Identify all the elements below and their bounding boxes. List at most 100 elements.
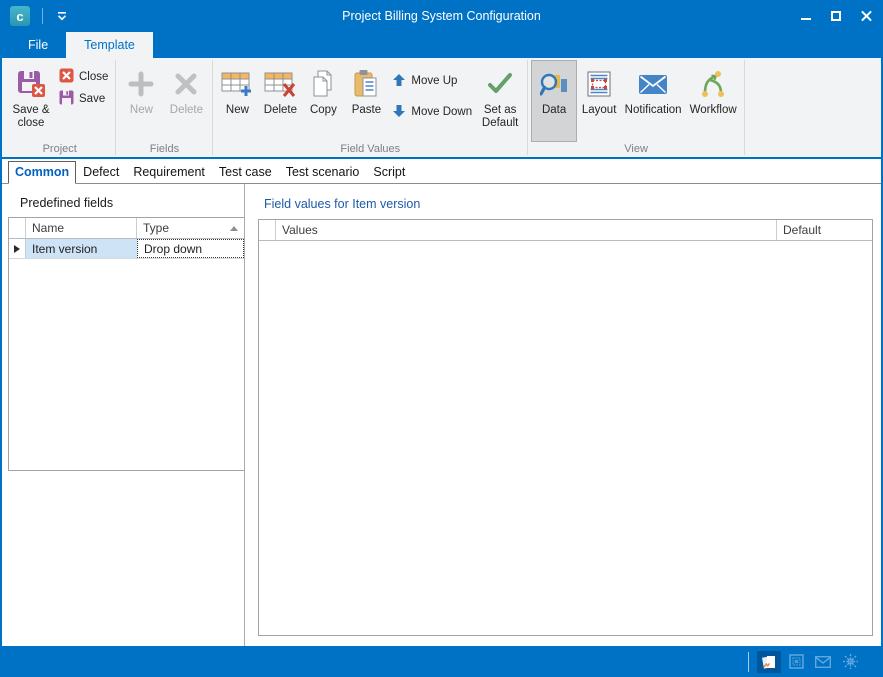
workflow-view-icon — [699, 67, 727, 101]
save-button[interactable]: Save — [55, 88, 112, 110]
maximize-button[interactable] — [821, 0, 851, 32]
statusbar-workflow-view-button[interactable] — [838, 651, 862, 673]
column-header-default[interactable]: Default — [777, 220, 872, 240]
status-bar — [2, 646, 881, 677]
group-label-project: Project — [4, 143, 115, 155]
notification-view-icon — [638, 67, 668, 101]
row-indicator-header — [259, 220, 276, 240]
title-bar: c Project Billing System Configuration — [2, 0, 881, 32]
window-title: Project Billing System Configuration — [2, 9, 881, 23]
row-indicator-cell — [9, 239, 26, 258]
field-values-panel: Field values for Item version Values Def… — [245, 184, 881, 646]
statusbar-layout-view-button[interactable] — [784, 651, 808, 673]
delete-value-icon — [264, 67, 296, 101]
field-values-grid[interactable]: Values Default — [258, 219, 873, 636]
copy-icon — [310, 67, 336, 101]
column-header-type[interactable]: Type — [137, 218, 244, 238]
minimize-icon — [801, 18, 811, 20]
move-down-icon — [392, 104, 406, 121]
paste-button[interactable]: Paste — [344, 60, 388, 142]
envelope-icon — [815, 656, 831, 668]
ribbon-group-field-values: New Delete — [213, 58, 527, 157]
workflow-icon — [842, 653, 859, 670]
ribbon-group-view: Data Layout — [528, 58, 744, 157]
ribbon-group-fields: New Delete Fields — [116, 58, 212, 157]
copy-button[interactable]: Copy — [302, 60, 344, 142]
project-small-buttons: Close Save — [55, 66, 112, 110]
layout-icon — [789, 654, 804, 669]
move-buttons: Move Up Move Down — [388, 70, 476, 123]
data-view-button[interactable]: Data — [531, 60, 577, 142]
close-project-button[interactable]: Close — [55, 66, 112, 88]
notification-view-button[interactable]: Notification — [621, 60, 685, 142]
tab-file[interactable]: File — [10, 32, 66, 58]
table-row[interactable]: Item version Drop down — [9, 239, 244, 259]
delete-field-button: Delete — [163, 60, 209, 142]
current-row-arrow-icon — [14, 245, 20, 253]
statusbar-data-view-button[interactable] — [757, 651, 781, 673]
grid-header: Values Default — [259, 220, 872, 241]
layout-view-icon — [586, 67, 612, 101]
main-content: Common Defect Requirement Test case Test… — [2, 159, 881, 646]
window-controls — [791, 0, 881, 32]
move-up-icon — [392, 73, 406, 90]
close-project-icon — [59, 68, 74, 86]
column-header-values[interactable]: Values — [276, 220, 777, 240]
group-label-view: View — [528, 143, 744, 155]
set-as-default-button[interactable]: Set as Default — [476, 60, 524, 142]
ribbon-separator — [744, 60, 745, 155]
move-up-button[interactable]: Move Up — [388, 70, 476, 92]
tab-test-case[interactable]: Test case — [212, 162, 279, 183]
column-header-name[interactable]: Name — [26, 218, 137, 238]
titlebar-separator — [42, 8, 43, 24]
tab-requirement[interactable]: Requirement — [126, 162, 212, 183]
tab-common[interactable]: Common — [8, 161, 76, 184]
panels: Predefined fields Name Type Item version — [2, 184, 881, 646]
cell-name[interactable]: Item version — [26, 239, 137, 258]
set-as-default-icon — [486, 67, 514, 101]
minimize-button[interactable] — [791, 0, 821, 32]
section-tab-strip: Common Defect Requirement Test case Test… — [2, 159, 881, 184]
close-icon — [860, 10, 873, 23]
new-field-button: New — [119, 60, 163, 142]
statusbar-notification-view-button[interactable] — [811, 651, 835, 673]
row-indicator-header — [9, 218, 26, 238]
pages-icon — [761, 654, 777, 670]
new-value-icon — [221, 67, 253, 101]
workflow-view-button[interactable]: Workflow — [685, 60, 741, 142]
grid-header: Name Type — [9, 218, 244, 239]
ribbon: Save & close Close Save Project — [2, 58, 881, 159]
tab-test-scenario[interactable]: Test scenario — [279, 162, 367, 183]
predefined-fields-panel: Predefined fields Name Type Item version — [2, 184, 244, 646]
layout-view-button[interactable]: Layout — [577, 60, 621, 142]
data-view-icon — [540, 67, 568, 101]
ribbon-tab-row: File Template — [2, 32, 881, 58]
ribbon-group-project: Save & close Close Save Project — [4, 58, 115, 157]
quick-access-dropdown-icon[interactable] — [57, 12, 67, 21]
field-values-title: Field values for Item version — [264, 197, 881, 211]
tab-template[interactable]: Template — [66, 32, 153, 58]
save-and-close-button[interactable]: Save & close — [7, 60, 55, 142]
app-logo-icon[interactable]: c — [10, 6, 30, 26]
predefined-fields-grid[interactable]: Name Type Item version Drop down — [8, 217, 245, 471]
group-label-fields: Fields — [116, 143, 212, 155]
sort-ascending-icon — [230, 226, 238, 231]
cell-type[interactable]: Drop down — [137, 239, 244, 258]
delete-value-button[interactable]: Delete — [258, 60, 302, 142]
move-down-button[interactable]: Move Down — [388, 101, 476, 123]
paste-icon — [353, 67, 379, 101]
grid-empty-area — [9, 259, 244, 470]
delete-field-icon — [173, 67, 199, 101]
predefined-fields-title: Predefined fields — [20, 196, 244, 210]
grid-empty-area — [259, 241, 872, 635]
maximize-icon — [831, 11, 841, 21]
group-label-field-values: Field Values — [213, 143, 527, 155]
tab-defect[interactable]: Defect — [76, 162, 126, 183]
new-value-button[interactable]: New — [216, 60, 258, 142]
close-button[interactable] — [851, 0, 881, 32]
tab-script[interactable]: Script — [366, 162, 412, 183]
statusbar-separator — [748, 652, 749, 672]
save-icon — [59, 90, 74, 108]
new-field-icon — [128, 67, 154, 101]
app-window: c Project Billing System Configuration F… — [0, 0, 883, 677]
